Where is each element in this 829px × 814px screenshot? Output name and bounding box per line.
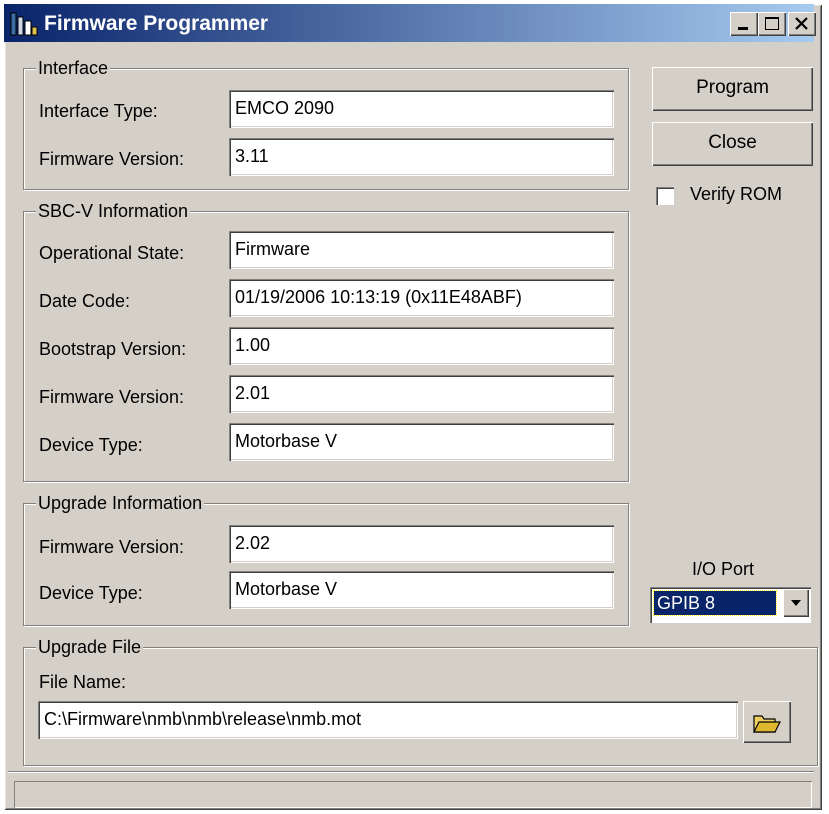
sbc-info-group-label: SBC-V Information: [36, 200, 191, 222]
interface-type-label: Interface Type:: [39, 101, 158, 121]
close-icon: [795, 17, 808, 30]
file-name-label: File Name:: [39, 672, 127, 692]
interface-group-label: Interface: [36, 57, 111, 79]
separator: [8, 771, 814, 773]
upgrade-firmware-version-label: Firmware Version:: [39, 537, 185, 557]
bootstrap-version-label: Bootstrap Version:: [39, 339, 187, 359]
upgrade-info-group-label: Upgrade Information: [36, 492, 205, 514]
close-window-button[interactable]: [788, 12, 816, 36]
upgrade-device-type-field[interactable]: Motorbase V: [229, 571, 614, 609]
interface-type-field[interactable]: EMCO 2090: [229, 90, 614, 128]
upgrade-device-type-label: Device Type:: [39, 583, 143, 603]
status-bar: [14, 781, 812, 808]
minimize-button[interactable]: [730, 12, 758, 36]
sbc-device-type-field[interactable]: Motorbase V: [229, 423, 614, 461]
sbc-firmware-version-label: Firmware Version:: [39, 387, 185, 407]
operational-state-label: Operational State:: [39, 243, 185, 263]
date-code-label: Date Code:: [39, 291, 131, 311]
minimize-icon: [738, 27, 748, 30]
io-port-label: I/O Port: [692, 559, 755, 579]
close-button[interactable]: Close: [652, 122, 813, 166]
app-icon: [10, 12, 38, 36]
sbc-firmware-version-field[interactable]: 2.01: [229, 375, 614, 413]
maximize-icon: [765, 17, 779, 30]
open-folder-icon: [753, 715, 781, 733]
io-port-dropdown-button[interactable]: [783, 589, 809, 617]
verify-rom-label[interactable]: Verify ROM: [690, 183, 782, 205]
upgrade-file-group-label: Upgrade File: [36, 636, 144, 658]
browse-file-button[interactable]: [743, 701, 791, 743]
interface-firmware-label: Firmware Version:: [39, 149, 185, 169]
io-port-select[interactable]: GPIB 8: [650, 587, 811, 623]
bootstrap-version-field[interactable]: 1.00: [229, 327, 614, 365]
operational-state-field[interactable]: Firmware: [229, 231, 614, 269]
upgrade-firmware-version-field[interactable]: 2.02: [229, 525, 614, 563]
file-path-input[interactable]: C:\Firmware\nmb\nmb\release\nmb.mot: [38, 701, 738, 739]
program-button[interactable]: Program: [652, 67, 813, 111]
interface-firmware-field[interactable]: 3.11: [229, 138, 614, 176]
io-port-selected-value: GPIB 8: [653, 590, 777, 616]
maximize-button[interactable]: [758, 12, 786, 36]
date-code-field[interactable]: 01/19/2006 10:13:19 (0x11E48ABF): [229, 279, 614, 317]
window-title: Firmware Programmer: [44, 12, 269, 35]
chevron-down-icon: [791, 600, 801, 606]
sbc-device-type-label: Device Type:: [39, 435, 143, 455]
verify-rom-checkbox[interactable]: [656, 187, 674, 205]
title-bar[interactable]: Firmware Programmer: [4, 4, 816, 42]
